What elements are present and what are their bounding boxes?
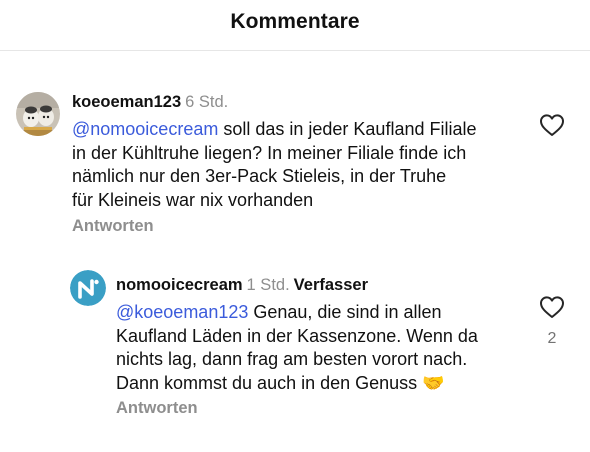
reply-text: @koeoeman123 Genau, die sind in allen Ka… (116, 301, 526, 395)
reply-line: nichts lag, dann frag am besten vorort n… (116, 349, 468, 369)
reply-username[interactable]: nomooicecream (116, 276, 243, 294)
brand-logo-icon (70, 270, 106, 306)
reply-line: Dann kommst du auch in den Genuss (116, 372, 423, 393)
heart-outline-icon (540, 114, 564, 136)
avatar[interactable] (16, 92, 60, 136)
like-count: 2 (547, 330, 557, 347)
author-badge: Verfasser (293, 276, 368, 294)
comment-meta: koeoeman123 6 Std. (72, 93, 228, 112)
avatar-photo-icon (16, 92, 60, 136)
like-button[interactable] (539, 113, 565, 137)
reply-button[interactable]: Antworten (116, 399, 198, 418)
comment-line: in der Kühltruhe liegen? In meiner Filia… (72, 142, 467, 163)
mention-link[interactable]: @koeoeman123 (116, 302, 248, 322)
comment-line: für Kleineis war nix vorhanden (72, 189, 314, 210)
handshake-emoji: 🤝 (422, 372, 445, 393)
reply-meta: nomooicecream 1 Std. Verfasser (116, 276, 368, 295)
like-button[interactable] (539, 295, 565, 319)
comments-sheet: Kommentare koeoeman123 6 Std. @nomooicec… (0, 0, 590, 452)
reply-button[interactable]: Antworten (72, 217, 154, 236)
comment-timestamp: 6 Std. (185, 93, 229, 111)
mention-link[interactable]: @nomooicecream (72, 119, 218, 139)
comment-line: soll das in jeder Kaufland Filiale (218, 119, 477, 139)
reply-timestamp: 1 Std. (246, 276, 290, 294)
comment-text: @nomooicecream soll das in jeder Kauflan… (72, 118, 532, 212)
comment-username[interactable]: koeoeman123 (72, 93, 181, 111)
reply-line: Genau, die sind in allen (248, 302, 442, 322)
reply-item: nomooicecream 1 Std. Verfasser @koeoeman12… (0, 250, 590, 450)
comment-item: koeoeman123 6 Std. @nomooicecream soll da… (0, 0, 590, 250)
heart-outline-icon (540, 296, 564, 318)
avatar[interactable] (70, 270, 106, 306)
reply-line: Kaufland Läden in der Kassenzone. Wenn d… (116, 325, 478, 346)
comment-line: nämlich nur den 3er-Pack Stieleis, in de… (72, 166, 447, 186)
